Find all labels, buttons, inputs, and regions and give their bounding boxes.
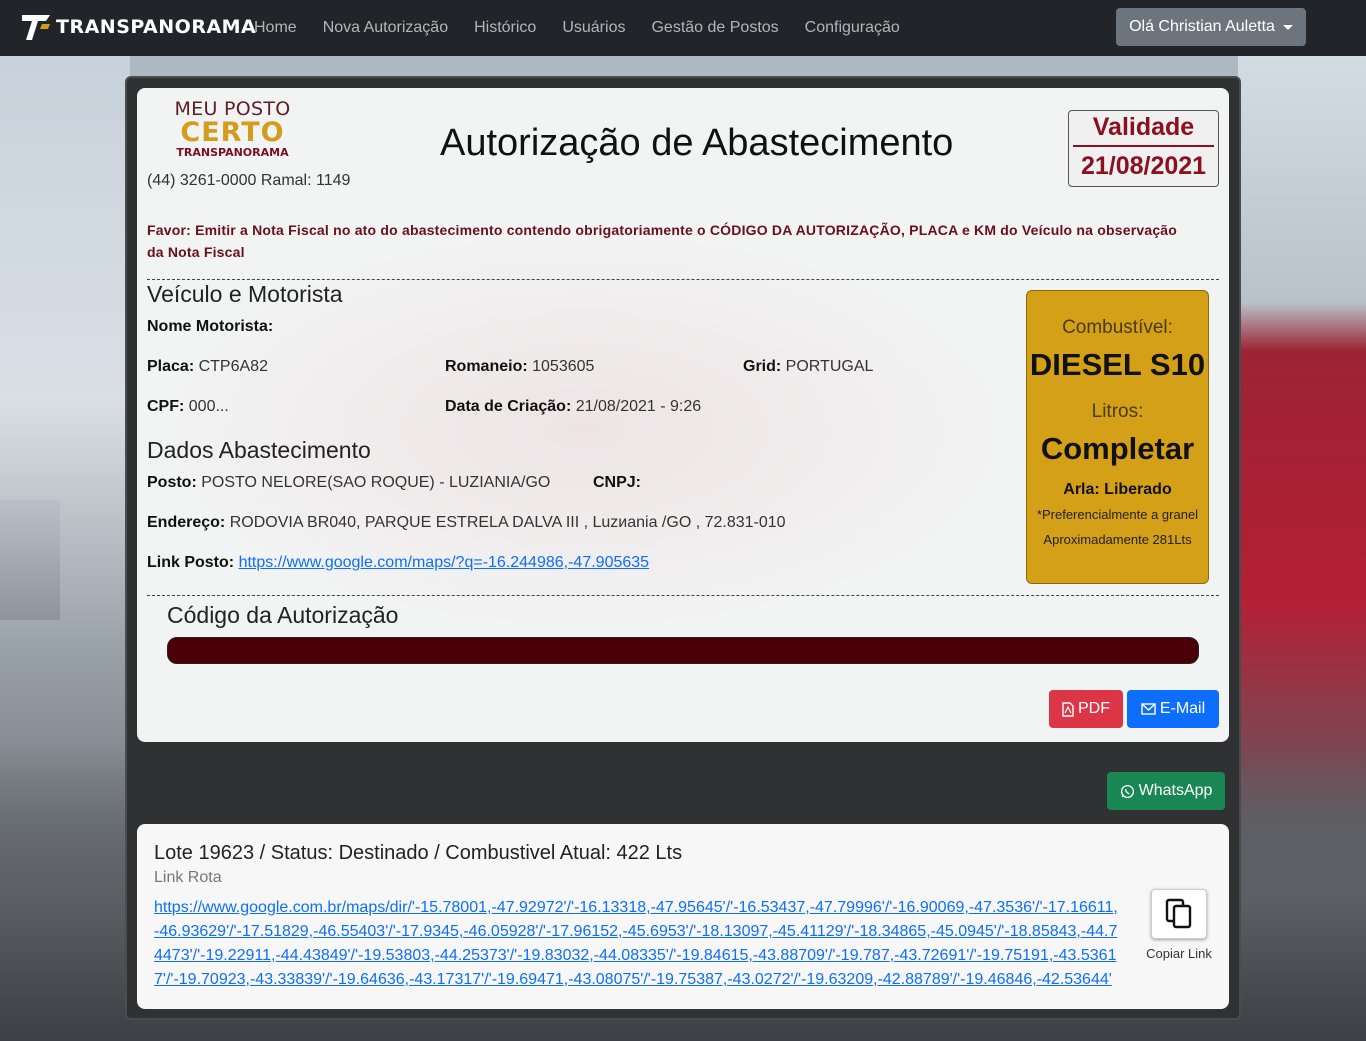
validity-date: 21/08/2021 [1080,152,1207,180]
posto-link-field: Link Posto: https://www.google.com/maps/… [147,554,649,572]
brand-logo[interactable]: TRANSPANORAMA [20,12,256,42]
address-field: Endereço: RODOVIA BR040, PARQUE ESTRELA … [147,514,786,532]
divider-top [147,279,1219,280]
driver-label: Nome Motorista: [147,318,274,335]
cpf-label: CPF: [147,398,185,415]
route-link[interactable]: https://www.google.com.br/maps/dir/'-15.… [154,896,1119,992]
logo-text-line3: TRANSPANORAMA [176,146,289,159]
fuel-label: Combustível: [1062,317,1173,338]
nav-historico[interactable]: Histórico [461,19,549,37]
nav-configuracao[interactable]: Configuração [792,19,913,37]
cnpj-label: CNPJ: [593,474,642,491]
cpf-field: CPF: 000... [147,398,229,416]
validity-label: Validade [1073,111,1214,147]
posto-field: Posto: POSTO NELORE(SAO ROQUE) - LUZIANI… [147,474,550,492]
nav-links: Home Nova Autorização Histórico Usuários… [241,0,913,56]
auth-code-title: Código da Autorização [167,602,399,628]
auth-code-bar [167,637,1199,664]
liters-value: Completar [1040,431,1195,466]
whatsapp-button[interactable]: WhatsApp [1107,772,1225,810]
transpanorama-logo-icon [20,12,54,42]
brand-name: TRANSPANORAMA [56,16,257,38]
divider-bottom [147,595,1219,596]
fuel-box: Combustível: DIESEL S10 Litros: Completa… [1026,290,1209,584]
romaneio-label: Romaneio: [445,358,528,375]
fuel-approx: Aproximadamente 281Lts [1043,532,1192,547]
liters-label: Litros: [1091,401,1144,422]
posto-link-label: Link Posto: [147,554,235,571]
address-label: Endereço: [147,514,226,531]
top-navbar: TRANSPANORAMA Home Nova Autorização Hist… [0,0,1366,56]
validity-box: Validade 21/08/2021 [1068,110,1219,187]
envelope-icon [1141,703,1156,715]
posto-value: POSTO NELORE(SAO ROQUE) - LUZIANIA/GO [201,474,551,491]
posto-map-link[interactable]: https://www.google.com/maps/?q=-16.24498… [239,554,650,571]
background-building [0,500,60,620]
grid-label: Grid: [743,358,782,375]
driver-field: Nome Motorista: [147,318,273,336]
plate-value: CTP6A82 [198,358,268,375]
logo-text-line2: CERTO [180,117,285,148]
page-title: Autorização de Abastecimento [440,122,954,164]
address-value: RODOVIA BR040, PARQUE ESTRELA DALVA III … [229,514,786,531]
copy-link-button[interactable] [1151,889,1207,939]
fuel-note: *Preferencialmente a granel [1036,507,1199,522]
supply-section-title: Dados Abastecimento [147,437,371,463]
grid-value: PORTUGAL [785,358,874,375]
cpf-value: 000... [188,398,229,415]
fuel-value: DIESEL S10 [1029,347,1206,382]
nav-home[interactable]: Home [241,19,310,37]
romaneio-value: 1053605 [532,358,595,375]
whatsapp-label: WhatsApp [1138,782,1213,799]
email-label: E-Mail [1159,700,1206,717]
link-rota-label: Link Rota [154,869,222,886]
pdf-button[interactable]: PDF [1049,690,1123,728]
created-field: Data de Criação: 21/08/2021 - 9:26 [445,398,701,416]
vehicle-section-title: Veículo e Motorista [147,281,343,307]
plate-label: Placa: [147,358,195,375]
plate-field: Placa: CTP6A82 [147,358,268,376]
user-greeting: Olá Christian Auletta [1129,18,1275,35]
meu-posto-certo-logo: MEU POSTO CERTO TRANSPANORAMA [170,98,295,166]
arla-status: Arla: Liberado [1063,481,1172,498]
nav-usuarios[interactable]: Usuários [549,19,638,37]
copy-link-label: Copiar Link [1146,946,1212,961]
phone-number: (44) 3261-0000 Ramal: 1149 [147,172,351,189]
caret-down-icon [1282,24,1293,30]
nav-gestao-postos[interactable]: Gestão de Postos [638,19,791,37]
created-value: 21/08/2021 - 9:26 [575,398,702,415]
nav-nova-autorizacao[interactable]: Nova Autorização [310,19,461,37]
whatsapp-icon [1120,784,1134,798]
email-button[interactable]: E-Mail [1127,690,1219,728]
grid-field: Grid: PORTUGAL [743,358,873,376]
lote-summary: Lote 19623 / Status: Destinado / Combust… [154,842,683,864]
pdf-label: PDF [1078,700,1110,717]
copy-icon [1165,898,1192,929]
user-menu-button[interactable]: Olá Christian Auletta [1116,8,1306,46]
file-pdf-icon [1062,701,1074,717]
created-label: Data de Criação: [445,398,572,415]
cnpj-field: CNPJ: [593,474,641,492]
posto-label: Posto: [147,474,197,491]
romaneio-field: Romaneio: 1053605 [445,358,594,376]
invoice-notice: Favor: Emitir a Nota Fiscal no ato do ab… [147,222,1178,260]
